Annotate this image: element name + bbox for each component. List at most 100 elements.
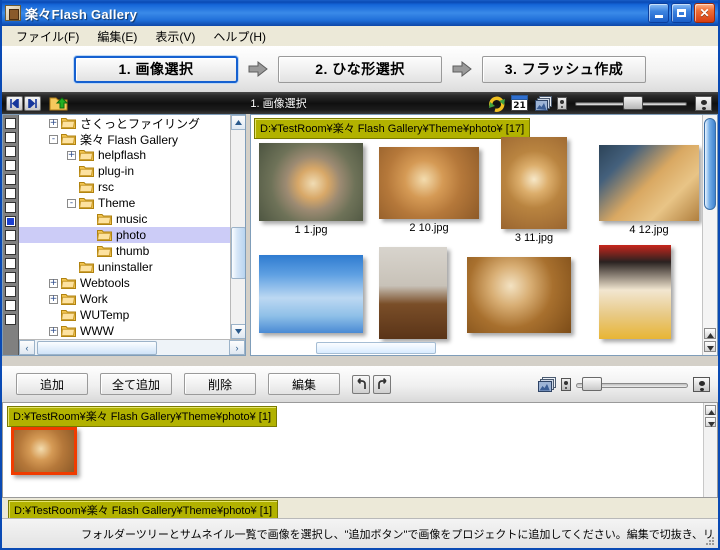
tree-row[interactable]: plug-in xyxy=(19,163,231,179)
tree-checkbox[interactable] xyxy=(5,202,16,213)
expand-icon[interactable]: + xyxy=(67,150,76,160)
tree-checkbox[interactable] xyxy=(5,146,16,157)
slideshow-icon[interactable] xyxy=(534,95,552,112)
thumbnail-item[interactable]: 1 1.jpg xyxy=(259,143,363,236)
tree-checkbox[interactable] xyxy=(5,174,16,185)
thumbnail-vertical-scrollbar[interactable] xyxy=(702,115,717,355)
expand-icon[interactable]: + xyxy=(49,326,58,336)
tree-row[interactable]: thumb xyxy=(19,243,231,259)
collapse-icon[interactable]: - xyxy=(49,134,58,144)
minimize-button[interactable] xyxy=(648,3,669,23)
tree-row[interactable]: + helpflash xyxy=(19,147,231,163)
slider-knob-2[interactable] xyxy=(582,377,602,391)
folder-up-icon[interactable] xyxy=(49,95,69,112)
thumbnail-item[interactable] xyxy=(599,245,671,339)
prev-icon[interactable] xyxy=(6,95,23,111)
project-item-list[interactable] xyxy=(11,427,77,475)
step-1-select-images[interactable]: 1. 画像選択 xyxy=(74,55,238,83)
tree-hscrollbar-thumb[interactable] xyxy=(37,340,157,355)
calendar-21-icon[interactable]: 21 xyxy=(511,94,529,112)
slider-knob[interactable] xyxy=(623,96,643,110)
redo-icon[interactable] xyxy=(373,374,391,394)
thumbnail-scroll-down-button[interactable] xyxy=(704,341,716,352)
menu-edit[interactable]: 編集(E) xyxy=(88,26,146,47)
project-scroll-down-button[interactable] xyxy=(705,417,716,427)
thumbnail-image[interactable] xyxy=(259,143,363,221)
tree-checkbox[interactable] xyxy=(5,314,16,325)
tree-horizontal-scrollbar[interactable]: ‹ › xyxy=(19,339,245,355)
thumbnail-image[interactable] xyxy=(599,145,699,221)
tree-row[interactable]: rsc xyxy=(19,179,231,195)
tree-checkbox[interactable] xyxy=(5,230,16,241)
thumbnail-image[interactable] xyxy=(379,247,447,339)
project-item[interactable] xyxy=(11,427,77,475)
collapse-icon[interactable]: - xyxy=(67,198,76,208)
thumbnail-image[interactable] xyxy=(467,257,571,333)
step-2-select-template[interactable]: 2. ひな形選択 xyxy=(278,55,442,83)
menu-help[interactable]: ヘルプ(H) xyxy=(204,26,275,47)
step-3-create-flash[interactable]: 3. フラッシュ作成 xyxy=(482,55,646,83)
tree-row[interactable]: + さくっとファイリング xyxy=(19,115,231,131)
expand-icon[interactable]: + xyxy=(49,278,58,288)
maximize-button[interactable] xyxy=(671,3,692,23)
folder-tree[interactable]: + さくっとファイリング - 楽々 Flash Gallery + helpflash pl… xyxy=(19,115,245,355)
tree-row[interactable]: music xyxy=(19,211,231,227)
thumbnail-grid[interactable]: 1 1.jpg 2 10.jpg 3 11.jpg 4 12.jpg xyxy=(251,137,703,340)
tree-checkbox[interactable] xyxy=(5,216,16,227)
tree-checkbox[interactable] xyxy=(5,272,16,283)
tree-row[interactable]: uninstaller xyxy=(19,259,231,275)
expand-icon[interactable]: + xyxy=(49,118,58,128)
thumbnail-size-slider[interactable] xyxy=(575,96,687,110)
thumbnail-item[interactable] xyxy=(259,255,363,333)
tree-row[interactable]: photo xyxy=(19,227,231,243)
thumbnail-item[interactable] xyxy=(467,257,571,333)
thumbnail-item[interactable] xyxy=(379,247,447,339)
tree-scroll-left-button[interactable]: ‹ xyxy=(19,340,35,355)
tree-checkbox[interactable] xyxy=(5,132,16,143)
tree-row[interactable]: + Work xyxy=(19,291,231,307)
tree-checkbox[interactable] xyxy=(5,160,16,171)
tree-row[interactable]: + WWW xyxy=(19,323,231,339)
tree-scroll-up-button[interactable] xyxy=(231,115,245,130)
thumbnail-hscrollbar-thumb[interactable] xyxy=(316,342,436,354)
slideshow-icon-2[interactable] xyxy=(536,376,556,393)
thumbnail-scrollbar-thumb[interactable] xyxy=(704,118,716,210)
thumbnail-image[interactable] xyxy=(501,137,567,229)
expand-icon[interactable]: + xyxy=(49,294,58,304)
add-all-button[interactable]: 全て追加 xyxy=(100,373,172,395)
delete-button[interactable]: 削除 xyxy=(184,373,256,395)
tree-checkbox[interactable] xyxy=(5,300,16,311)
thumbnail-image[interactable] xyxy=(259,255,363,333)
tree-vertical-scrollbar[interactable] xyxy=(230,115,245,355)
tree-row[interactable]: WUTemp xyxy=(19,307,231,323)
tree-scroll-down-button[interactable] xyxy=(231,324,245,339)
thumbnail-image[interactable] xyxy=(599,245,671,339)
add-button[interactable]: 追加 xyxy=(16,373,88,395)
undo-icon[interactable] xyxy=(352,374,370,394)
tree-checkbox[interactable] xyxy=(5,188,16,199)
menu-view[interactable]: 表示(V) xyxy=(146,26,204,47)
tree-scroll-right-button[interactable]: › xyxy=(229,340,245,355)
project-thumbnail-size-slider[interactable] xyxy=(576,377,688,391)
tree-checkbox[interactable] xyxy=(5,118,16,129)
thumbnail-horizontal-scrollbar[interactable] xyxy=(291,342,701,355)
thumbnail-item[interactable]: 4 12.jpg xyxy=(599,145,699,236)
thumbnail-item[interactable]: 3 11.jpg xyxy=(501,137,567,244)
tree-row[interactable]: - 楽々 Flash Gallery xyxy=(19,131,231,147)
edit-button[interactable]: 編集 xyxy=(268,373,340,395)
tree-scrollbar-thumb[interactable] xyxy=(231,227,245,279)
next-icon[interactable] xyxy=(24,95,41,111)
tree-row[interactable]: - Theme xyxy=(19,195,231,211)
tree-checkbox[interactable] xyxy=(5,258,16,269)
rotate-icon[interactable] xyxy=(488,95,506,112)
project-scroll-up-button[interactable] xyxy=(705,405,716,415)
close-button[interactable]: ✕ xyxy=(694,3,715,23)
tree-checkbox[interactable] xyxy=(5,244,16,255)
resize-grip[interactable] xyxy=(705,535,715,545)
tree-row[interactable]: + Webtools xyxy=(19,275,231,291)
menu-file[interactable]: ファイル(F) xyxy=(7,26,88,47)
project-vertical-scrollbar[interactable] xyxy=(703,403,717,497)
thumbnail-image[interactable] xyxy=(379,147,479,219)
thumbnail-scroll-up-button[interactable] xyxy=(704,328,716,339)
tree-checkbox[interactable] xyxy=(5,286,16,297)
